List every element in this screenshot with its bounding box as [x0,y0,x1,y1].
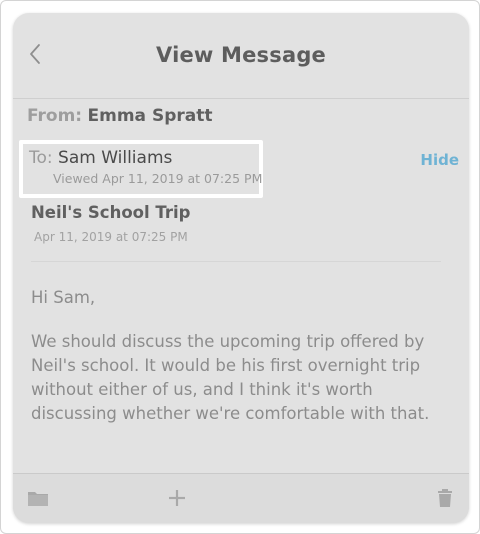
from-row: From: Emma Spratt [27,106,212,126]
from-label: From: [27,106,83,126]
message-greeting: Hi Sam, [31,288,96,307]
delete-button[interactable] [431,484,459,512]
bottom-toolbar [13,473,469,523]
viewed-timestamp: Viewed Apr 11, 2019 at 07:25 PM [53,171,263,186]
sender-name: Emma Spratt [87,106,213,126]
plus-icon [169,490,185,506]
hide-link[interactable]: Hide [420,151,459,169]
recipient-name: Sam Williams [58,148,173,168]
folder-icon [28,492,48,506]
message-subject: Neil's School Trip [31,203,191,222]
to-row: To: Sam Williams [29,148,259,168]
add-button[interactable] [163,484,191,512]
recipient-highlight: To: Sam Williams Viewed Apr 11, 2019 at … [19,140,263,198]
divider [31,261,441,262]
message-body: Hi Sam, We should discuss the upcoming t… [31,286,441,426]
to-label: To: [29,148,53,168]
screenshot-frame: View Message From: Emma Spratt To: Sam W… [0,0,480,534]
header: View Message [13,13,469,99]
message-paragraph: We should discuss the upcoming trip offe… [31,332,430,423]
message-screen: View Message From: Emma Spratt To: Sam W… [13,13,469,523]
trash-icon [438,489,452,507]
folder-button[interactable] [25,484,53,512]
message-date: Apr 11, 2019 at 07:25 PM [34,230,188,244]
page-title: View Message [155,43,327,67]
